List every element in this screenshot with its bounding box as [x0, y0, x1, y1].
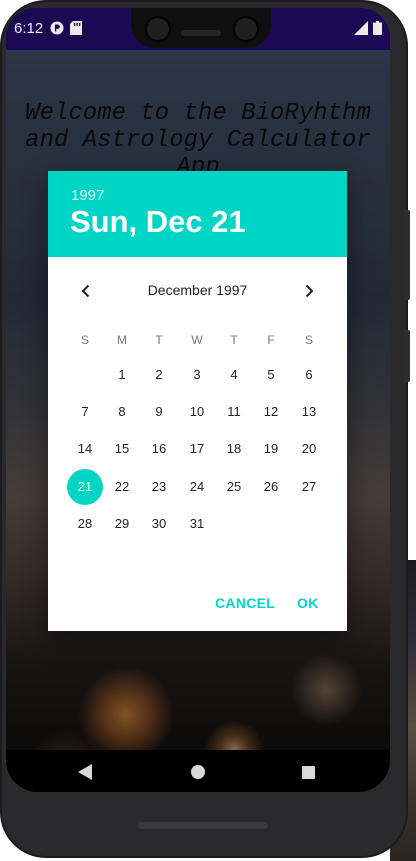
calendar-day[interactable]: 8 — [104, 394, 140, 430]
weekday-label: W — [191, 333, 203, 347]
weekday-label: S — [304, 333, 313, 347]
header-year[interactable]: 1997 — [71, 187, 104, 204]
calendar-day[interactable]: 20 — [291, 431, 327, 467]
calendar-day[interactable]: 18 — [216, 431, 252, 467]
selected-day[interactable]: 21 — [67, 469, 103, 505]
calendar-day[interactable]: 30 — [141, 506, 177, 542]
calendar-day[interactable]: 25 — [216, 469, 252, 505]
calendar-day[interactable]: 24 — [179, 469, 215, 505]
date-picker-dialog: 1997 Sun, Dec 21 December 1997 SMTWTFS 1… — [48, 171, 347, 631]
volume-button — [404, 210, 410, 300]
ok-button[interactable]: OK — [297, 595, 319, 611]
weekday-label: S — [80, 333, 89, 347]
calendar-day[interactable]: 9 — [141, 394, 177, 430]
calendar-day[interactable]: 1 — [104, 357, 140, 393]
power-button — [404, 330, 410, 382]
next-month-button[interactable] — [297, 279, 321, 303]
calendar-day[interactable]: 6 — [291, 357, 327, 393]
calendar-day[interactable]: 16 — [141, 431, 177, 467]
back-icon[interactable] — [78, 764, 92, 785]
header-date[interactable]: Sun, Dec 21 — [70, 204, 246, 240]
calendar-day[interactable]: 27 — [291, 469, 327, 505]
calendar-day[interactable]: 26 — [253, 469, 289, 505]
calendar-day[interactable]: 12 — [253, 394, 289, 430]
calendar-day[interactable]: 15 — [104, 431, 140, 467]
calendar-day[interactable]: 11 — [216, 394, 252, 430]
calendar-day[interactable]: 31 — [179, 506, 215, 542]
system-navigation-bar — [6, 750, 390, 792]
calendar-day[interactable]: 13 — [291, 394, 327, 430]
calendar-day[interactable]: 29 — [104, 506, 140, 542]
calendar-day[interactable]: 22 — [104, 469, 140, 505]
date-picker-header: 1997 Sun, Dec 21 — [48, 171, 347, 257]
weekday-label: T — [230, 333, 238, 347]
calendar-day[interactable]: 2 — [141, 357, 177, 393]
month-navigation: December 1997 — [48, 279, 347, 303]
home-icon[interactable] — [191, 765, 205, 784]
bottom-speaker-grille — [138, 822, 268, 829]
calendar-day[interactable]: 17 — [179, 431, 215, 467]
weekday-label: T — [155, 333, 163, 347]
weekday-label: F — [267, 333, 275, 347]
calendar-day[interactable]: 5 — [253, 357, 289, 393]
calendar-day[interactable]: 14 — [67, 431, 103, 467]
cancel-button[interactable]: CANCEL — [215, 595, 275, 611]
recents-icon[interactable] — [302, 766, 315, 784]
calendar-day[interactable]: 19 — [253, 431, 289, 467]
phone-screen: 6:12 Welcome to the BioRyhthm and Astrol… — [6, 8, 390, 792]
weekday-label: M — [117, 333, 127, 347]
calendar-day[interactable]: 7 — [67, 394, 103, 430]
calendar-day[interactable]: 28 — [67, 506, 103, 542]
calendar-day[interactable]: 3 — [179, 357, 215, 393]
calendar-day[interactable]: 10 — [179, 394, 215, 430]
calendar-day[interactable]: 4 — [216, 357, 252, 393]
chevron-right-icon — [305, 284, 314, 298]
calendar-day[interactable]: 23 — [141, 469, 177, 505]
